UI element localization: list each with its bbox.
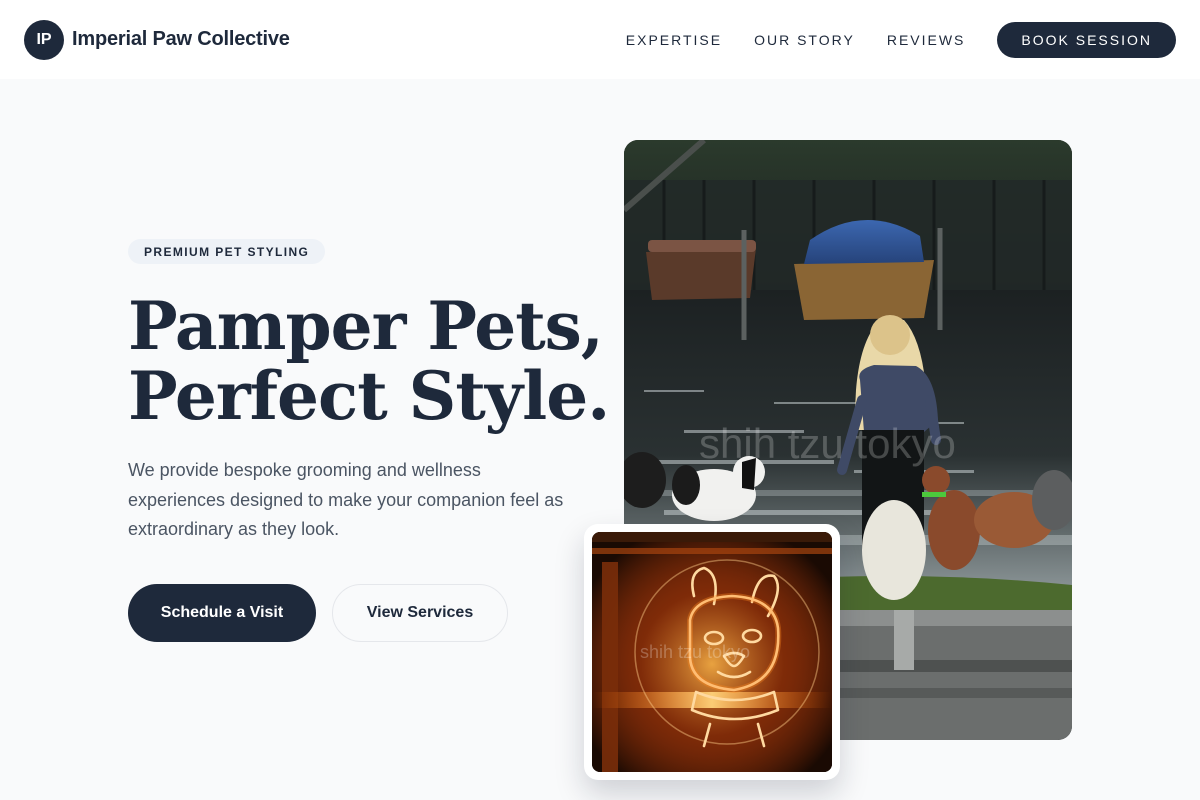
brand-logo[interactable]: IP xyxy=(24,19,64,60)
site-header: IP Imperial Paw Collective EXPERTISE OUR… xyxy=(0,0,1200,79)
hero-photo-neon-dog: shih tzu tokyo xyxy=(592,532,832,772)
nav-link-expertise[interactable]: EXPERTISE xyxy=(626,32,722,48)
neon-dog-illustration: shih tzu tokyo xyxy=(592,532,832,772)
hero-eyebrow-badge: PREMIUM PET STYLING xyxy=(128,239,326,264)
schedule-visit-button[interactable]: Schedule a Visit xyxy=(128,584,316,642)
brand[interactable]: IP Imperial Paw Collective xyxy=(24,19,290,60)
hero-headline-line-1: Pamper Pets, xyxy=(128,287,604,365)
view-services-button[interactable]: View Services xyxy=(332,584,508,642)
book-session-button[interactable]: BOOK SESSION xyxy=(997,21,1176,58)
photo-watermark-text-inset: shih tzu tokyo xyxy=(640,642,750,662)
main-nav: EXPERTISE OUR STORY REVIEWS BOOK SESSION xyxy=(626,21,1176,58)
photo-watermark-text: shih tzu tokyo xyxy=(699,420,956,467)
nav-link-our-story[interactable]: OUR STORY xyxy=(754,32,855,48)
brand-name[interactable]: Imperial Paw Collective xyxy=(72,28,290,51)
hero-description: We provide bespoke grooming and wellness… xyxy=(128,460,564,539)
hero-headline: Pamper Pets, Perfect Style. xyxy=(128,287,610,435)
hero-photo-neon-frame: shih tzu tokyo xyxy=(584,524,840,780)
hero-headline-line-2: Perfect Style. xyxy=(128,357,610,435)
nav-link-reviews[interactable]: REVIEWS xyxy=(887,32,966,48)
